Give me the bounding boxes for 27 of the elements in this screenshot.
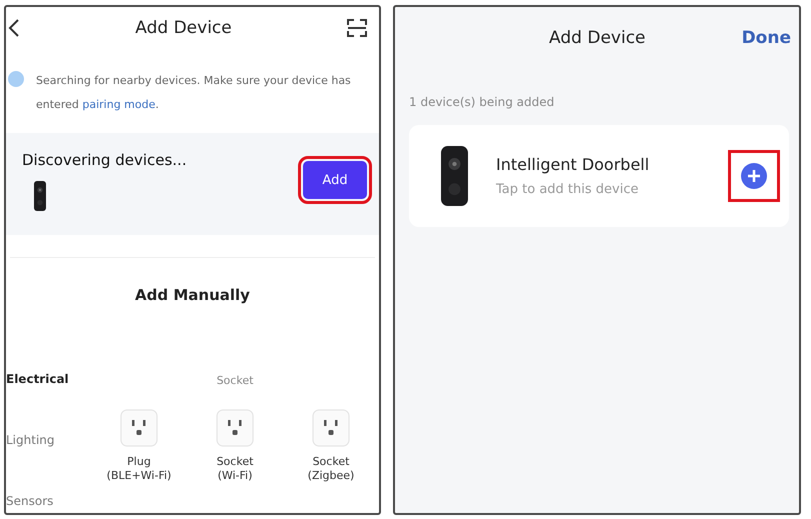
category-item[interactable]: Electrical [6,372,91,391]
back-icon [8,18,20,38]
device-label[interactable]: Plug (BLE+Wi-Fi) [106,455,172,483]
screen-title: Add Device [549,28,646,48]
doorbell-icon [34,181,46,212]
pairing-mode-link[interactable]: pairing mode [82,98,156,112]
scan-icon [347,19,367,37]
device-name: Intelligent Doorbell [496,155,650,174]
done-button[interactable]: Done [742,28,791,48]
notice-text: Searching for nearby devices. Make sure your device has entered pairing mode. [36,73,352,114]
device-hint: Tap to add this device [496,182,640,197]
screen-title: Add Device [135,18,232,38]
category-item[interactable]: Sensors [6,494,91,513]
doorbell-icon [441,146,468,206]
plus-icon [741,163,767,189]
discovery-title: Discovering devices... [22,151,187,170]
socket-icon [312,409,350,447]
section-title: Add Manually [134,286,251,304]
device-label[interactable]: Socket (Wi-Fi) [216,455,254,483]
subcategory-label: Socket [216,374,254,387]
socket-icon [120,409,158,447]
device-label[interactable]: Socket (Zigbee) [308,455,354,483]
spinner-icon [8,71,24,88]
status-text: 1 device(s) being added [408,94,556,109]
socket-icon [216,409,254,447]
add-button[interactable]: Add [303,161,367,200]
category-item[interactable]: Lighting [6,433,91,452]
